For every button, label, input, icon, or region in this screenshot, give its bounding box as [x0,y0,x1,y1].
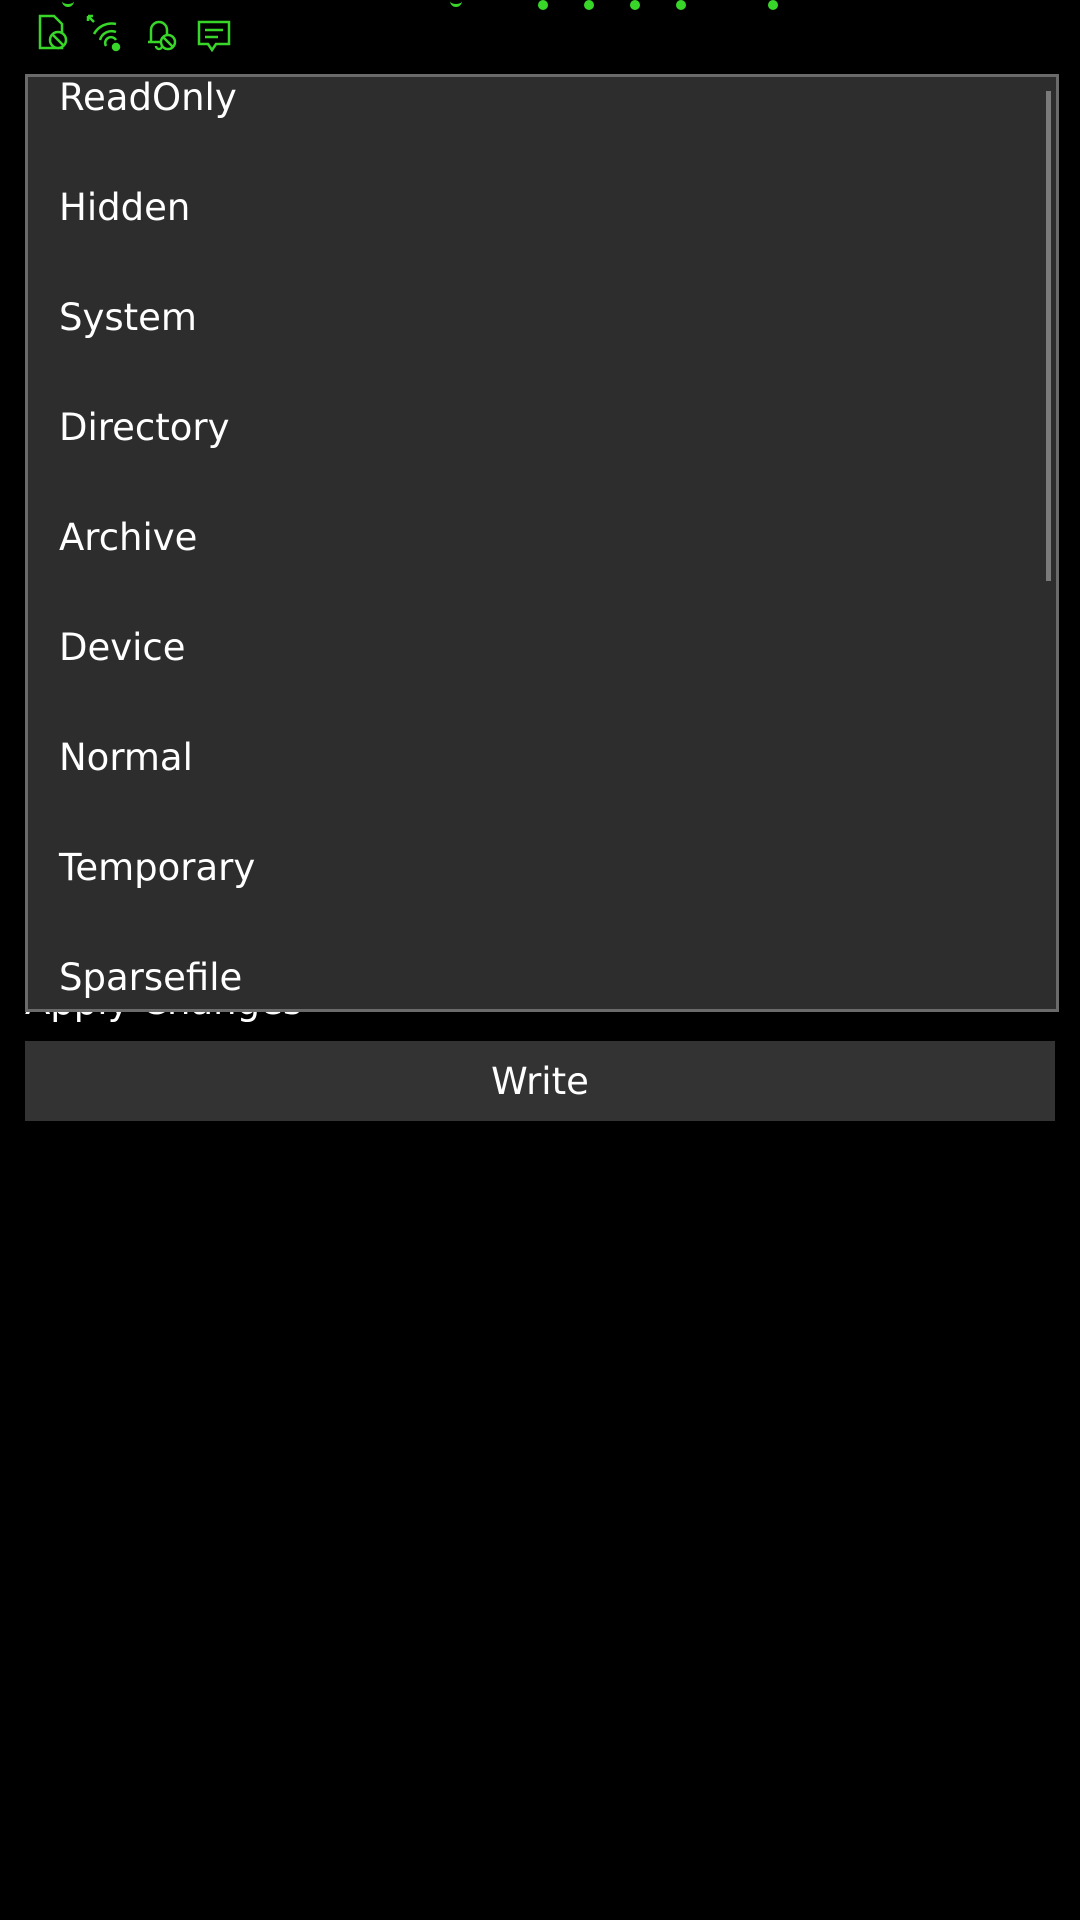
message-icon [196,12,232,52]
dropdown-item-archive[interactable]: Archive [28,482,1056,592]
status-dot [538,0,548,10]
dropdown-item-normal[interactable]: Normal [28,702,1056,812]
status-dot [676,0,686,10]
no-sim-icon [36,12,72,52]
status-text-fragment [450,0,462,7]
status-text-fragment [62,0,74,7]
dropdown-item-hidden[interactable]: Hidden [28,152,1056,262]
dropdown-item-readonly[interactable]: ReadOnly [28,77,1056,152]
write-button[interactable]: Write [25,1041,1055,1121]
dropdown-item-directory[interactable]: Directory [28,372,1056,482]
dropdown-item-temporary[interactable]: Temporary [28,812,1056,922]
dropdown-items: ReadOnly Hidden System Directory Archive… [28,77,1056,1009]
dropdown-item-sparsefile[interactable]: Sparsefile [28,922,1056,1009]
dropdown-item-system[interactable]: System [28,262,1056,372]
dropdown-scrollbar[interactable] [1046,91,1051,581]
status-dot [630,0,640,10]
status-dot [584,0,594,10]
attributes-dropdown-list[interactable]: ReadOnly Hidden System Directory Archive… [25,74,1059,1012]
status-dot [768,0,778,10]
notifications-off-icon [142,12,178,52]
wifi-icon [86,12,122,52]
dropdown-item-device[interactable]: Device [28,592,1056,702]
status-bar [0,0,1080,70]
